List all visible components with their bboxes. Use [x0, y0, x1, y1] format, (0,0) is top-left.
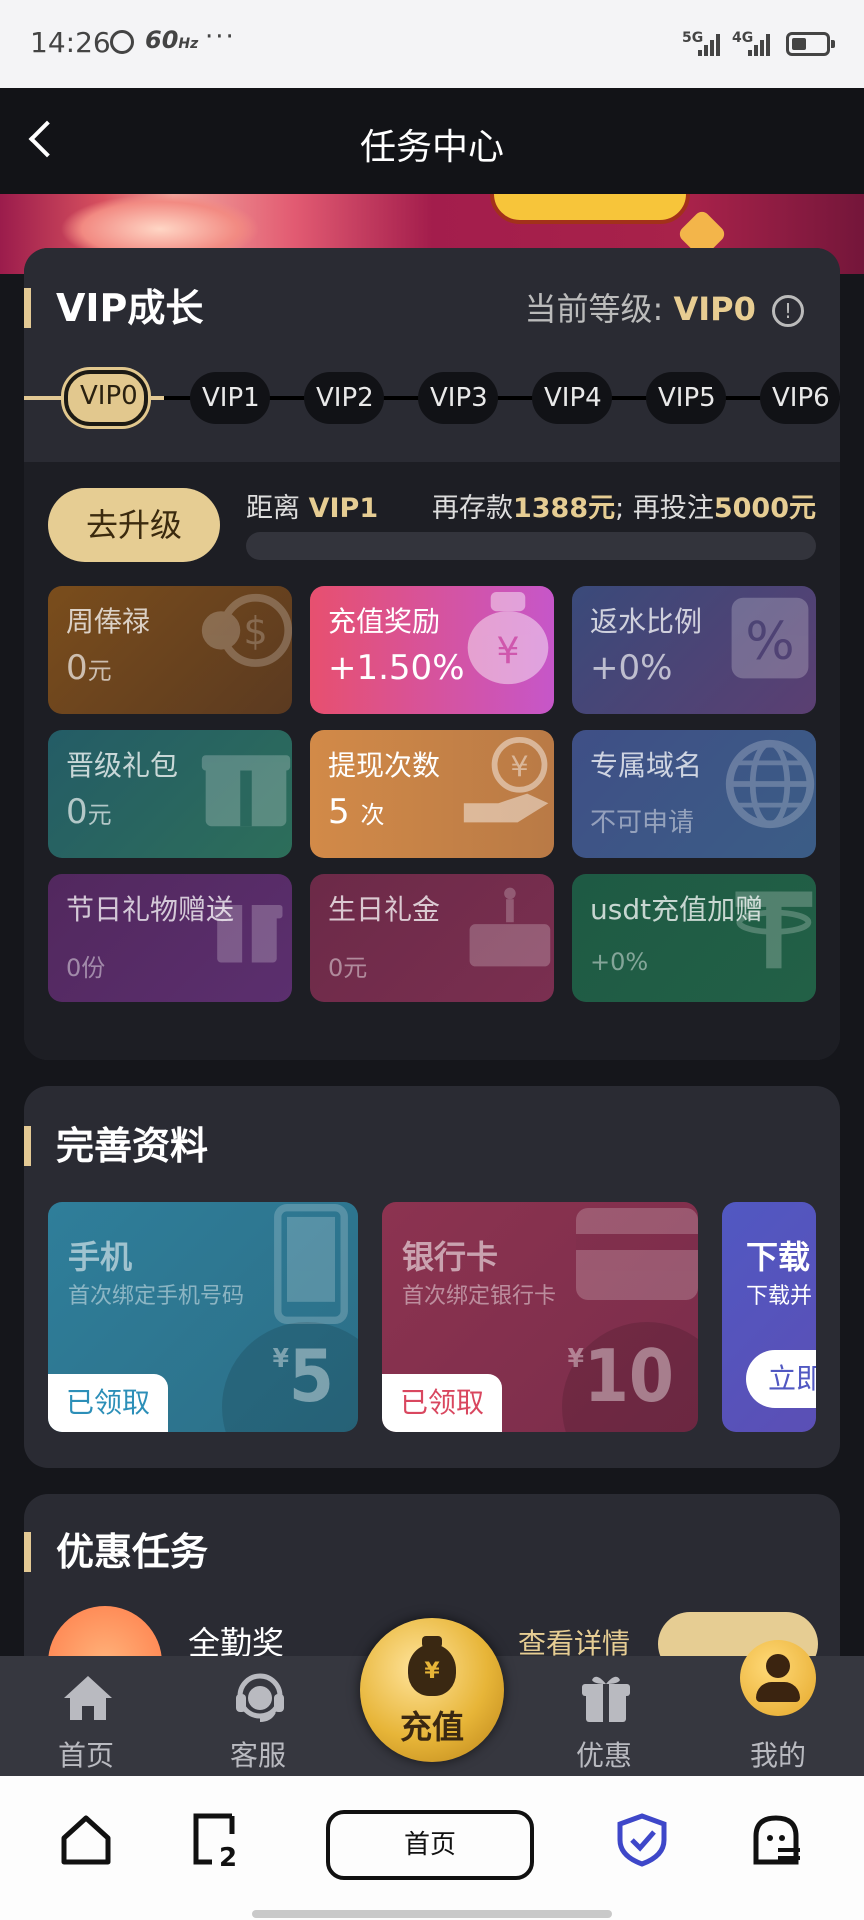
- banner-gold-badge: [490, 194, 690, 224]
- claimed-button[interactable]: 已领取: [382, 1374, 503, 1432]
- browser-home-icon[interactable]: [58, 1812, 114, 1868]
- tasks-section-title: 优惠任务: [24, 1528, 208, 1576]
- claim-now-button[interactable]: 立即: [746, 1350, 816, 1408]
- nav-promotions[interactable]: 优惠: [544, 1656, 664, 1776]
- cake-icon: [469, 887, 551, 967]
- vip-level-pill[interactable]: VIP4: [532, 372, 612, 424]
- browser-toolbar: 2 首页: [0, 1776, 864, 1920]
- gift-box-icon: [201, 755, 291, 827]
- tile-holiday-gift[interactable]: 节日礼物赠送 0份: [48, 874, 292, 1002]
- alarm-icon: [110, 30, 134, 54]
- ghost-menu-icon[interactable]: [748, 1812, 804, 1868]
- tile-rebate-ratio[interactable]: % 返水比例 +0%: [572, 586, 816, 714]
- current-level-value: VIP0: [673, 290, 756, 328]
- vip-benefits: 去升级 距离 VIP1 再存款1388元; 再投注5000元 $ 周俸禄 0元 …: [24, 462, 840, 1060]
- refresh-rate: 60Hz: [145, 26, 199, 54]
- browser-home-button[interactable]: 首页: [326, 1810, 534, 1880]
- money-bag-icon: ¥: [467, 592, 549, 685]
- coins-icon: $: [201, 593, 292, 667]
- tile-weekly-salary[interactable]: $ 周俸禄 0元: [48, 586, 292, 714]
- tile-recharge-bonus[interactable]: ¥ 充值奖励 +1.50%: [310, 586, 554, 714]
- vip-level-pill[interactable]: VIP5: [646, 372, 726, 424]
- reward-amount: ¥10: [567, 1334, 674, 1418]
- globe-icon: [725, 739, 815, 829]
- gift-icon: [582, 1676, 630, 1722]
- distance-label: 距离 VIP1: [246, 493, 379, 524]
- money-bag-icon: ¥: [408, 1636, 456, 1696]
- svg-text:2: 2: [219, 1843, 237, 1868]
- profile-card-phone[interactable]: 手机 首次绑定手机号码 ¥5 已领取: [48, 1202, 358, 1432]
- vip-header: VIP成长 当前等级: VIP0 ! VIP0 VIP1 VIP2 VIP3 V…: [24, 248, 840, 462]
- headset-icon: [236, 1673, 284, 1722]
- complete-profile-card: 完善资料 手机 首次绑定手机号码 ¥5 已领取 银行卡 首次绑定银行卡 ¥10 …: [24, 1086, 840, 1468]
- nav-home[interactable]: 首页: [26, 1656, 146, 1776]
- status-bar: 14:26 60Hz ··· 5G 4G: [0, 0, 864, 88]
- svg-text:$: $: [243, 609, 267, 654]
- tile-usdt-bonus[interactable]: usdt充值加赠 +0%: [572, 874, 816, 1002]
- tile-upgrade-gift[interactable]: 晋级礼包 0元: [48, 730, 292, 858]
- info-icon[interactable]: !: [772, 295, 804, 327]
- claimed-button[interactable]: 已领取: [48, 1374, 169, 1432]
- percent-icon: %: [731, 597, 809, 679]
- status-time: 14:26: [30, 26, 111, 59]
- more-dots-icon: ···: [205, 22, 236, 52]
- battery-icon: [786, 32, 835, 56]
- phone-icon: [274, 1204, 348, 1324]
- svg-text:¥: ¥: [510, 749, 528, 783]
- profile-section-title: 完善资料: [24, 1122, 208, 1170]
- vip-level-pill[interactable]: VIP2: [304, 372, 384, 424]
- signal-4g-icon: [748, 34, 774, 56]
- tile-birthday-bonus[interactable]: 生日礼金 0元: [310, 874, 554, 1002]
- tile-withdraw-times[interactable]: ¥ 提现次数 5 次: [310, 730, 554, 858]
- reward-amount: ¥5: [272, 1334, 334, 1418]
- vip-level-pill[interactable]: VIP3: [418, 372, 498, 424]
- vip-level-pill[interactable]: VIP6: [760, 372, 840, 424]
- vip-level-pill[interactable]: VIP0: [64, 370, 148, 426]
- vip-level-pill[interactable]: VIP1: [190, 372, 270, 424]
- svg-text:¥: ¥: [496, 629, 519, 672]
- profile-card-download[interactable]: 下载 下载并 立即: [722, 1202, 816, 1432]
- current-level-label: 当前等级:: [524, 290, 664, 328]
- avatar[interactable]: [740, 1640, 816, 1716]
- tabs-icon[interactable]: 2: [190, 1812, 246, 1868]
- recharge-button[interactable]: ¥ 充值: [360, 1618, 504, 1762]
- vip-growth-card: VIP成长 当前等级: VIP0 ! VIP0 VIP1 VIP2 VIP3 V…: [24, 248, 840, 1060]
- upgrade-requirements: 再存款1388元; 再投注5000元: [431, 493, 816, 524]
- svg-text:%: %: [745, 612, 794, 672]
- page-header: 任务中心: [0, 88, 864, 194]
- home-icon: [64, 1676, 112, 1720]
- page-title: 任务中心: [359, 127, 504, 168]
- nav-customer-service[interactable]: 客服: [198, 1656, 318, 1776]
- signal-5g-icon: [698, 34, 724, 56]
- shield-check-icon[interactable]: [614, 1812, 670, 1868]
- hand-coin-icon: ¥: [463, 736, 549, 823]
- vip-section-title: VIP成长: [24, 284, 203, 332]
- upgrade-button[interactable]: 去升级: [48, 488, 220, 562]
- tile-exclusive-domain[interactable]: 专属域名 不可申请: [572, 730, 816, 858]
- current-level: 当前等级: VIP0 !: [524, 284, 804, 330]
- bank-card-icon: [576, 1208, 698, 1300]
- upgrade-progress-bar: [246, 532, 816, 560]
- profile-card-bank[interactable]: 银行卡 首次绑定银行卡 ¥10 已领取: [382, 1202, 698, 1432]
- gesture-bar[interactable]: [252, 1910, 612, 1918]
